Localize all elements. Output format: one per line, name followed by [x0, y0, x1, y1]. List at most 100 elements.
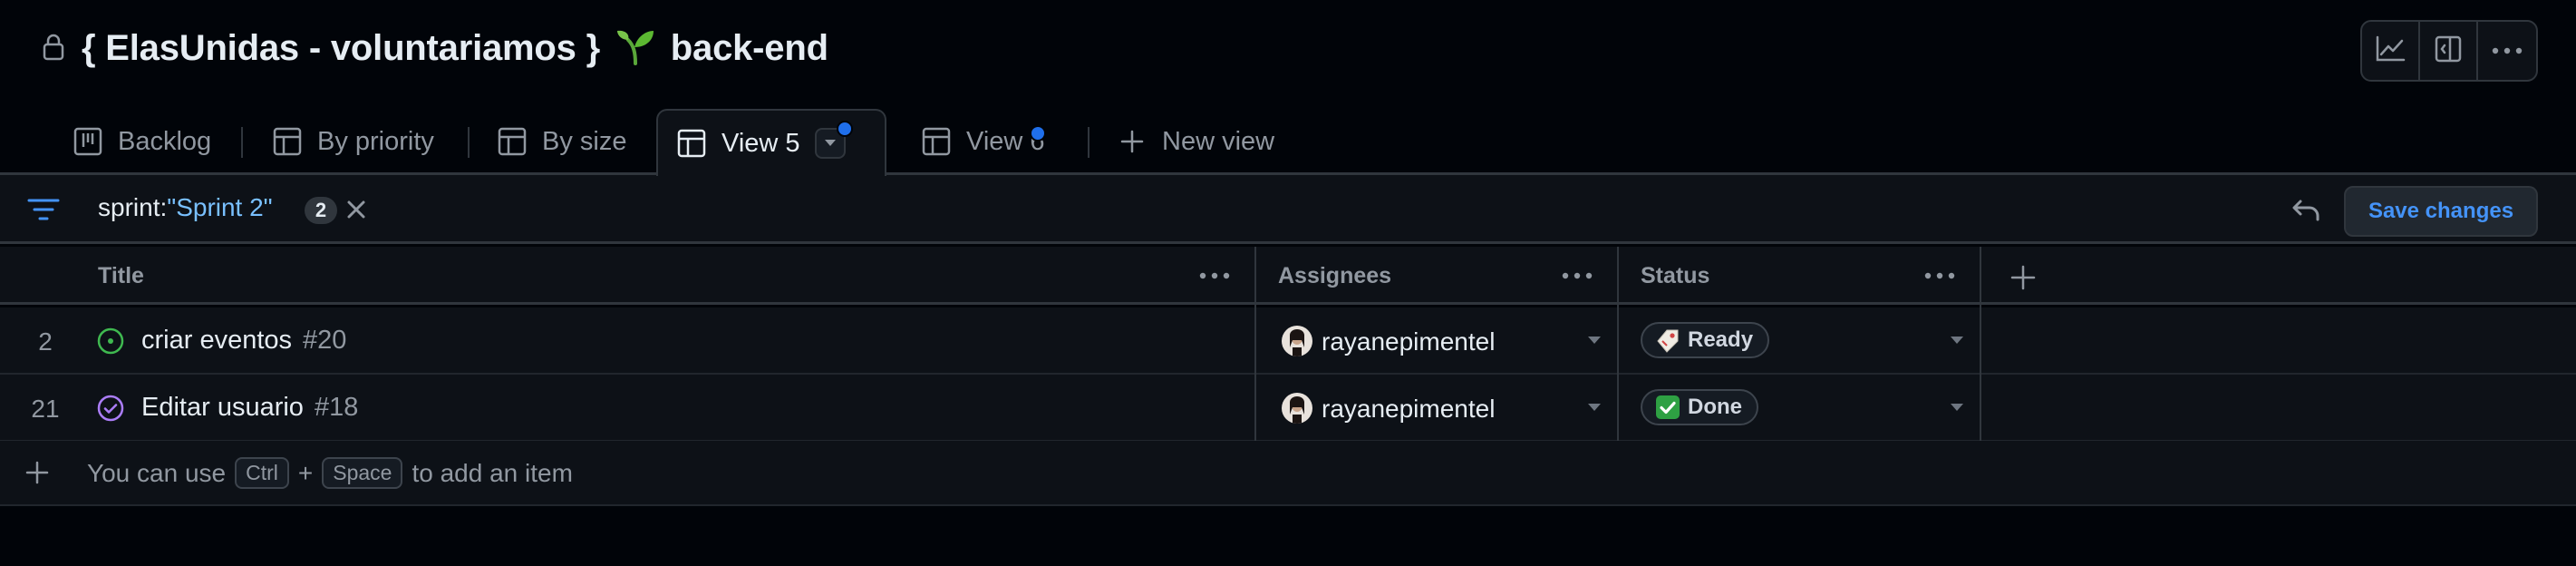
column-divider — [1254, 375, 1256, 442]
header-toolbar — [2360, 20, 2538, 82]
issue-number: #20 — [303, 326, 347, 355]
table-header: Title Assignees Status — [0, 247, 2576, 305]
insights-button[interactable] — [2362, 22, 2420, 80]
tab-divider — [468, 127, 470, 158]
assignee-name: rayanepimentel — [1322, 327, 1496, 356]
project-title: { ElasUnidas - voluntariamos } back-end — [82, 25, 828, 69]
tab-by-priority[interactable]: By priority — [254, 109, 452, 174]
undo-icon — [2292, 200, 2319, 221]
column-header-title[interactable]: Title — [98, 247, 144, 305]
chevron-down-icon[interactable] — [1951, 337, 1963, 344]
status-label: Done — [1688, 395, 1742, 419]
hint-prefix: You can use — [87, 458, 227, 487]
column-header-status[interactable]: Status — [1641, 247, 1709, 305]
avatar — [1282, 326, 1312, 356]
tab-view-5[interactable]: View 5 — [656, 109, 886, 176]
side-panel-button[interactable] — [2420, 22, 2478, 80]
clear-filter-button[interactable] — [343, 194, 370, 225]
hint-suffix: to add an item — [412, 458, 573, 487]
row-number: 21 — [31, 395, 60, 423]
tab-by-size[interactable]: By size — [479, 109, 644, 174]
check-mark-icon — [1655, 395, 1680, 420]
tab-divider — [1088, 127, 1089, 158]
discard-changes-button[interactable] — [2288, 192, 2324, 229]
add-item-hint: You can use Ctrl + Space to add an item — [87, 457, 573, 489]
table-row[interactable]: 21 Editar usuario #18 rayanepimentel Done — [0, 375, 2576, 442]
issue-title: Editar usuario — [141, 393, 304, 422]
column-divider — [1617, 375, 1619, 442]
project-header: { ElasUnidas - voluntariamos } back-end — [0, 0, 2576, 102]
column-menu-icon[interactable] — [1922, 263, 1958, 288]
filter-input[interactable]: sprint:"Sprint 2" — [98, 193, 273, 222]
side-panel-icon — [2435, 35, 2462, 67]
tab-label: By priority — [317, 126, 434, 156]
tab-backlog[interactable]: Backlog — [54, 109, 229, 174]
status-badge: Done — [1641, 389, 1758, 425]
add-item-row[interactable]: You can use Ctrl + Space to add an item — [0, 441, 2576, 506]
plus-icon — [2010, 265, 2036, 290]
tab-label: View 5 — [721, 128, 800, 158]
issue-closed-icon — [96, 394, 125, 423]
issue-title: criar eventos — [141, 326, 293, 355]
project-title-wrap: { ElasUnidas - voluntariamos } back-end — [40, 20, 828, 74]
filter-bar: sprint:"Sprint 2" — [0, 175, 2576, 244]
plus-icon — [1117, 126, 1148, 157]
tab-divider — [241, 127, 243, 158]
unsaved-indicator — [1030, 125, 1046, 142]
filter-icon[interactable] — [25, 193, 62, 226]
status-badge: Ready — [1641, 322, 1770, 358]
graph-icon — [2375, 35, 2406, 67]
kebab-horizontal-icon — [2492, 43, 2523, 59]
sprout-emoji-icon — [615, 25, 655, 65]
lock-icon — [40, 34, 67, 61]
assignee-name: rayanepimentel — [1322, 395, 1496, 423]
table-icon — [497, 126, 528, 157]
close-icon — [347, 200, 365, 219]
new-view-button[interactable]: New view — [1099, 109, 1293, 174]
table-icon — [272, 126, 303, 157]
column-divider — [1254, 307, 1256, 375]
tag-icon — [1655, 327, 1680, 353]
board-icon — [73, 126, 103, 157]
project-title-suffix: back-end — [670, 28, 828, 68]
column-divider — [1617, 307, 1619, 375]
column-menu-icon[interactable] — [1559, 263, 1595, 288]
issue-number: #18 — [314, 393, 359, 422]
chevron-down-icon[interactable] — [1588, 337, 1601, 344]
status-label: Ready — [1688, 327, 1754, 352]
column-divider — [1980, 307, 1981, 375]
project-page: { ElasUnidas - voluntariamos } back-end — [0, 0, 2576, 566]
kbd-space: Space — [322, 457, 403, 489]
table-icon — [921, 126, 952, 157]
issue-title-link[interactable]: Editar usuario #18 — [141, 393, 358, 423]
column-menu-icon[interactable] — [1196, 263, 1233, 288]
add-field-button[interactable] — [2007, 261, 2039, 294]
unsaved-indicator — [836, 121, 853, 137]
avatar — [1282, 393, 1312, 424]
view-tabs: Backlog By priority By size View 5 View … — [0, 109, 2576, 176]
column-header-assignees[interactable]: Assignees — [1278, 247, 1391, 305]
tab-view-6[interactable]: View 6 — [903, 109, 1063, 174]
caret-down-icon — [824, 140, 836, 146]
tab-label: Backlog — [118, 126, 212, 156]
save-changes-button[interactable]: Save changes — [2344, 186, 2538, 237]
view-options-button[interactable] — [814, 121, 853, 159]
project-title-prefix: { ElasUnidas - voluntariamos } — [82, 28, 600, 68]
issue-open-icon — [96, 327, 125, 356]
hint-plus: + — [297, 458, 314, 487]
tab-label: New view — [1162, 126, 1275, 156]
table-icon — [676, 128, 707, 159]
tab-label: By size — [542, 126, 627, 156]
column-divider — [1980, 375, 1981, 442]
issue-title-link[interactable]: criar eventos #20 — [141, 326, 346, 356]
filter-value: "Sprint 2" — [167, 193, 273, 221]
row-number: 2 — [38, 327, 53, 356]
chevron-down-icon[interactable] — [1588, 404, 1601, 411]
plus-icon[interactable] — [22, 457, 53, 488]
chevron-down-icon[interactable] — [1951, 404, 1963, 411]
filter-count-badge: 2 — [305, 197, 337, 224]
filter-key: sprint: — [98, 193, 168, 221]
more-options-button[interactable] — [2478, 22, 2536, 80]
kbd-ctrl: Ctrl — [235, 457, 289, 489]
table-row[interactable]: 2 criar eventos #20 rayanepimentel Ready — [0, 307, 2576, 375]
